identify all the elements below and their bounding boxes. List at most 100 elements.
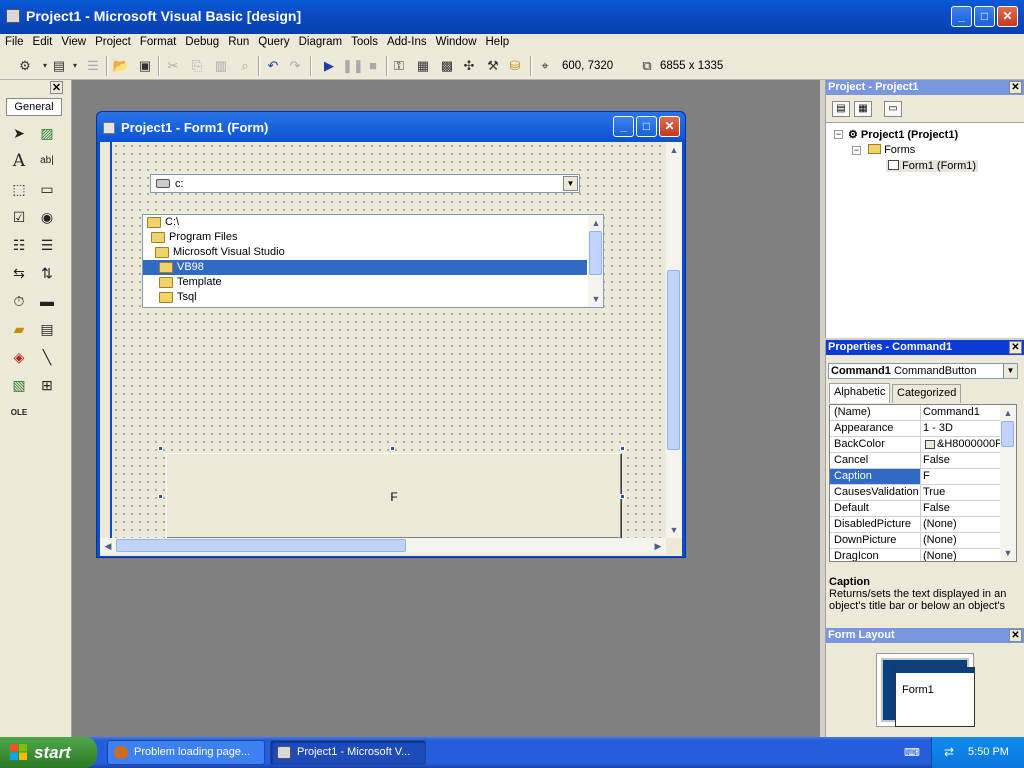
view-object-icon[interactable]: ▦ — [854, 101, 872, 117]
toggle-folders-icon[interactable]: ▭ — [884, 101, 902, 117]
property-row[interactable]: DisabledPicture (None) — [830, 517, 1000, 533]
form-position-preview[interactable]: Form1 — [895, 667, 975, 727]
menu-tools[interactable]: Tools — [346, 34, 382, 48]
property-row[interactable]: Default False — [830, 501, 1000, 517]
close-icon[interactable]: ✕ — [1009, 629, 1022, 642]
add-project-icon[interactable]: ⚙ — [16, 57, 34, 75]
tab-categorized[interactable]: Categorized — [892, 384, 962, 403]
list-item[interactable]: Tsql — [143, 290, 587, 305]
frame-tool-icon[interactable]: ⬚ — [8, 178, 30, 200]
scroll-up-icon[interactable]: ▲ — [666, 142, 682, 158]
collapse-icon[interactable]: − — [852, 146, 861, 155]
shape-tool-icon[interactable]: ◈ — [8, 346, 30, 368]
close-button[interactable]: ✕ — [997, 6, 1018, 27]
properties-window-icon[interactable]: ▦ — [414, 57, 432, 75]
collapse-icon[interactable]: − — [834, 130, 843, 139]
paste-icon[interactable]: ▥ — [212, 57, 230, 75]
scroll-left-icon[interactable]: ◀ — [100, 538, 116, 554]
dirlist-scrollbar[interactable]: ▲ ▼ — [588, 215, 603, 307]
project-explorer-icon[interactable]: ⚿ — [390, 57, 408, 75]
line-tool-icon[interactable]: ╲ — [36, 346, 58, 368]
commandbutton-tool-icon[interactable]: ▭ — [36, 178, 58, 200]
ole-tool-icon[interactable]: OLE — [8, 402, 30, 424]
dirlistbox-tool-icon[interactable]: ▰ — [8, 318, 30, 340]
menu-debug[interactable]: Debug — [180, 34, 223, 48]
taskbar-item-vb[interactable]: Project1 - Microsoft V... — [270, 740, 426, 765]
resize-handle[interactable] — [620, 494, 625, 499]
menu-diagram[interactable]: Diagram — [294, 34, 346, 48]
filelistbox-tool-icon[interactable]: ▤ — [36, 318, 58, 340]
listbox-tool-icon[interactable]: ☰ — [36, 234, 58, 256]
close-icon[interactable]: ✕ — [1009, 81, 1022, 94]
menu-add-ins[interactable]: Add-Ins — [382, 34, 431, 48]
scroll-thumb[interactable] — [589, 231, 602, 275]
resize-handle[interactable] — [158, 494, 163, 499]
menu-window[interactable]: Window — [431, 34, 481, 48]
menu-view[interactable]: View — [56, 34, 90, 48]
scroll-thumb[interactable] — [116, 539, 406, 552]
property-row[interactable]: Cancel False — [830, 453, 1000, 469]
open-icon[interactable]: 📂 — [112, 57, 130, 75]
close-icon[interactable]: ✕ — [1009, 341, 1022, 354]
scroll-down-icon[interactable]: ▼ — [588, 291, 603, 307]
form-window-titlebar[interactable]: Project1 - Form1 (Form) _ □ ✕ — [97, 112, 685, 142]
view-code-icon[interactable]: ▤ — [832, 101, 850, 117]
network-icon[interactable]: ⇄ — [944, 745, 958, 759]
redo-icon[interactable]: ↷ — [286, 57, 304, 75]
data-tool-icon[interactable]: ⊞ — [36, 374, 58, 396]
menu-run[interactable]: Run — [223, 34, 253, 48]
label-tool-icon[interactable]: A — [8, 150, 30, 172]
menu-project[interactable]: Project — [90, 34, 135, 48]
property-row-selected[interactable]: Caption F — [830, 469, 1000, 485]
dropdown-arrow-icon[interactable]: ▾ — [66, 57, 84, 75]
list-item[interactable]: Program Files — [143, 230, 587, 245]
timer-tool-icon[interactable]: ⏱ — [8, 290, 30, 312]
property-row[interactable]: DragIcon (None) — [830, 549, 1000, 561]
list-item-selected[interactable]: VB98 — [143, 260, 587, 275]
form-designer-window[interactable]: Project1 - Form1 (Form) _ □ ✕ c: ▼ C:\ P… — [96, 111, 686, 558]
form-minimize-button[interactable]: _ — [613, 116, 634, 137]
tree-forms-folder[interactable]: Forms — [868, 144, 915, 156]
property-row[interactable]: Appearance 1 - 3D — [830, 421, 1000, 437]
textbox-tool-icon[interactable]: ab| — [36, 150, 58, 172]
property-row[interactable]: CausesValidation True — [830, 485, 1000, 501]
list-item[interactable]: Template — [143, 275, 587, 290]
property-row[interactable]: (Name) Command1 — [830, 405, 1000, 421]
break-icon[interactable]: ❚❚ — [342, 57, 364, 75]
pointer-tool-icon[interactable]: ➤ — [8, 122, 30, 144]
menu-query[interactable]: Query — [253, 34, 293, 48]
copy-icon[interactable]: ⎘ — [188, 57, 206, 75]
taskbar-item-browser[interactable]: Problem loading page... — [107, 740, 265, 765]
menu-format[interactable]: Format — [135, 34, 180, 48]
vb-app-icon[interactable] — [6, 9, 20, 23]
resize-handle[interactable] — [390, 446, 395, 451]
property-row[interactable]: DownPicture (None) — [830, 533, 1000, 549]
chevron-down-icon[interactable]: ▼ — [1003, 364, 1017, 378]
property-row[interactable]: BackColor &H8000000F — [830, 437, 1000, 453]
chevron-down-icon[interactable]: ▼ — [563, 176, 578, 191]
resize-handle[interactable] — [620, 446, 625, 451]
find-icon[interactable]: ⌕ — [236, 57, 254, 75]
scroll-thumb[interactable] — [1001, 421, 1014, 447]
form-horizontal-scrollbar[interactable]: ◀ ▶ — [100, 538, 666, 554]
optionbutton-tool-icon[interactable]: ◉ — [36, 206, 58, 228]
scroll-up-icon[interactable]: ▲ — [1000, 405, 1016, 421]
scroll-up-icon[interactable]: ▲ — [588, 215, 603, 231]
menu-edit[interactable]: Edit — [28, 34, 57, 48]
scroll-down-icon[interactable]: ▼ — [666, 522, 682, 538]
hscrollbar-tool-icon[interactable]: ⇆ — [8, 262, 30, 284]
tree-project-node[interactable]: ⚙ Project1 (Project1) — [848, 128, 958, 141]
property-grid-scrollbar[interactable]: ▲ ▼ — [1000, 405, 1016, 561]
list-item[interactable]: Microsoft Visual Studio — [143, 245, 587, 260]
command-button[interactable]: F — [166, 453, 622, 539]
data-view-icon[interactable]: ⛁ — [506, 57, 524, 75]
combobox-tool-icon[interactable]: ☷ — [8, 234, 30, 256]
object-selector[interactable]: Command1 CommandButton ▼ — [828, 363, 1018, 379]
toolbox-icon[interactable]: ⚒ — [484, 57, 502, 75]
directory-listbox[interactable]: C:\ Program Files Microsoft Visual Studi… — [142, 214, 604, 308]
clock[interactable]: 5:50 PM — [968, 746, 1009, 758]
form-layout-icon[interactable]: ▩ — [438, 57, 456, 75]
scroll-thumb[interactable] — [667, 270, 680, 450]
scroll-down-icon[interactable]: ▼ — [1000, 545, 1016, 561]
tree-form1-node[interactable]: Form1 (Form1) — [886, 160, 979, 172]
